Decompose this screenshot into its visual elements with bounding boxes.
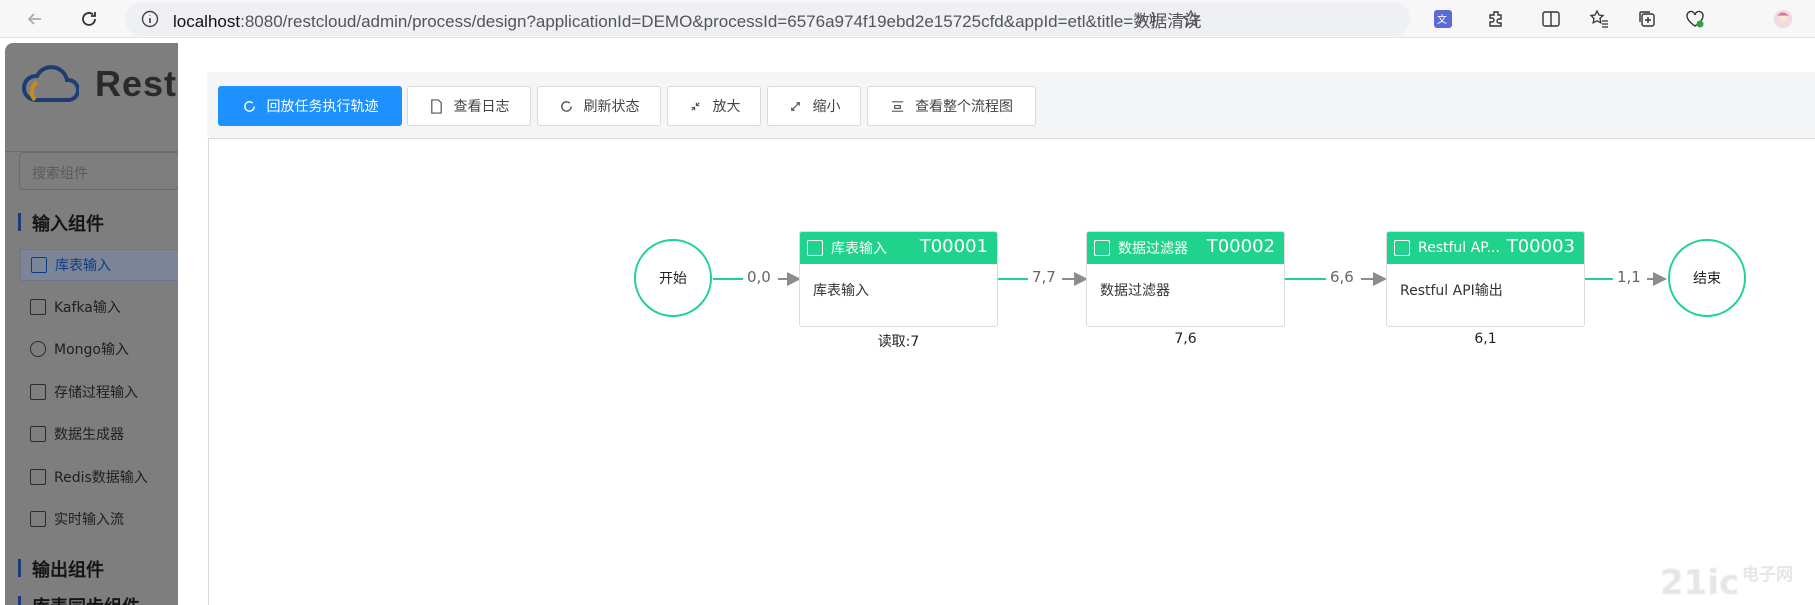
replay-icon (243, 100, 255, 112)
task-node-data-filter[interactable]: 数据过滤器 T00002 数据过滤器 (1086, 231, 1285, 327)
read-aloud-icon[interactable]: A (1137, 9, 1157, 29)
task-header: Restful AP... T00003 (1387, 232, 1584, 264)
cloud-logo-icon (22, 65, 79, 102)
collections-icon[interactable] (1634, 6, 1660, 32)
split-screen-icon[interactable] (1538, 6, 1564, 32)
task-body: 库表输入 (813, 283, 869, 299)
shrink-arrows-icon (690, 101, 700, 111)
sidebar-item-procedure-input[interactable]: 存储过程输入 (20, 376, 178, 408)
group-sync-components: 库表同步组件 (18, 593, 140, 605)
app-logo: RestC (21, 63, 178, 105)
refresh-status-button[interactable]: 刷新状态 (537, 86, 661, 126)
arrow-head (1373, 272, 1387, 286)
main-header-space (178, 43, 1815, 73)
start-node[interactable]: 开始 (634, 239, 712, 317)
svg-text:A: A (1138, 12, 1147, 27)
task-stat: 6,1 (1474, 331, 1497, 347)
zoom-out-button[interactable]: 缩小 (767, 86, 861, 126)
table-input-icon (31, 257, 47, 273)
back-icon[interactable] (20, 4, 50, 34)
fit-view-icon (891, 100, 904, 112)
sidebar-item-mongo-input[interactable]: Mongo输入 (20, 333, 178, 365)
expand-arrows-icon (790, 101, 800, 111)
arrow-head (1653, 272, 1667, 286)
reload-icon[interactable] (74, 4, 104, 34)
task-node-table-input[interactable]: 库表输入 T00001 库表输入 (799, 231, 998, 327)
translate-extension-icon[interactable]: 文 (1430, 6, 1456, 32)
site-watermark-logo: 21ic 电子网 (1660, 563, 1793, 603)
zoom-in-button[interactable]: 放大 (667, 86, 761, 126)
edge-label: 6,6 (1326, 268, 1358, 286)
browser-chrome: localhost:8080/restcloud/admin/process/d… (0, 0, 1815, 38)
api-output-icon (1394, 240, 1410, 256)
favorites-icon[interactable] (1586, 6, 1612, 32)
svg-text:电子网: 电子网 (1742, 564, 1793, 585)
flow-canvas[interactable]: 开始 0,0 库表输入 T00001 库表输入 读取:7 7,7 数据过滤器 T00… (208, 138, 1815, 605)
sidebar-item-kafka-input[interactable]: Kafka输入 (20, 291, 178, 323)
view-whole-flow-button[interactable]: 查看整个流程图 (867, 86, 1036, 126)
task-node-restful-output[interactable]: Restful AP... T00003 Restful API输出 (1386, 231, 1585, 327)
edge-line (713, 278, 743, 280)
end-node[interactable]: 结束 (1668, 239, 1746, 317)
table-input-icon (807, 240, 823, 256)
view-log-button[interactable]: 查看日志 (407, 86, 531, 126)
favorite-star-icon[interactable] (1181, 9, 1201, 29)
kafka-icon (30, 299, 46, 315)
edge-label: 0,0 (743, 268, 775, 286)
svg-text:21ic: 21ic (1660, 563, 1739, 602)
svg-text:文: 文 (1437, 13, 1447, 26)
task-stat: 7,6 (1174, 331, 1197, 347)
task-header: 数据过滤器 T00002 (1087, 232, 1284, 264)
browser-health-icon[interactable] (1682, 6, 1708, 32)
generator-icon (30, 426, 46, 442)
stream-icon (30, 511, 46, 527)
url-text: localhost:8080/restcloud/admin/process/d… (173, 11, 1202, 31)
address-bar[interactable]: localhost:8080/restcloud/admin/process/d… (125, 2, 1410, 36)
sidebar-item-data-generator[interactable]: 数据生成器 (20, 418, 178, 450)
group-input-components: 输入组件 (18, 210, 104, 236)
task-header: 库表输入 T00001 (800, 232, 997, 264)
sidebar-item-table-input[interactable]: 库表输入 (20, 249, 178, 281)
refresh-icon (560, 100, 572, 112)
logo-text: RestC (95, 63, 178, 104)
group-output-components: 输出组件 (18, 556, 104, 582)
edge-label: 1,1 (1613, 268, 1645, 286)
edge-line (998, 278, 1028, 280)
site-info-icon[interactable] (141, 10, 159, 28)
task-body: Restful API输出 (1400, 283, 1503, 299)
sidebar-item-realtime-stream[interactable]: 实时输入流 (20, 503, 178, 535)
filter-icon (1094, 240, 1110, 256)
edge-line (1585, 278, 1613, 280)
extensions-icon[interactable] (1484, 6, 1510, 32)
replay-execution-button[interactable]: 回放任务执行轨迹 (218, 86, 402, 126)
sidebar-item-redis-input[interactable]: Redis数据输入 (20, 461, 178, 493)
task-stat: 读取:7 (877, 334, 920, 350)
edge-label: 7,7 (1028, 268, 1060, 286)
component-search-input[interactable]: 搜索组件 (19, 152, 178, 190)
mongo-icon (30, 341, 46, 357)
task-body: 数据过滤器 (1100, 283, 1170, 299)
edge-line (1285, 278, 1327, 280)
document-icon (430, 98, 442, 114)
procedure-icon (30, 384, 46, 400)
component-sidebar: RestC 搜索组件 输入组件 库表输入 Kafka输入 Mongo输入 存储过… (5, 43, 178, 605)
profile-avatar-icon[interactable] (1770, 6, 1796, 32)
redis-icon (30, 469, 46, 485)
